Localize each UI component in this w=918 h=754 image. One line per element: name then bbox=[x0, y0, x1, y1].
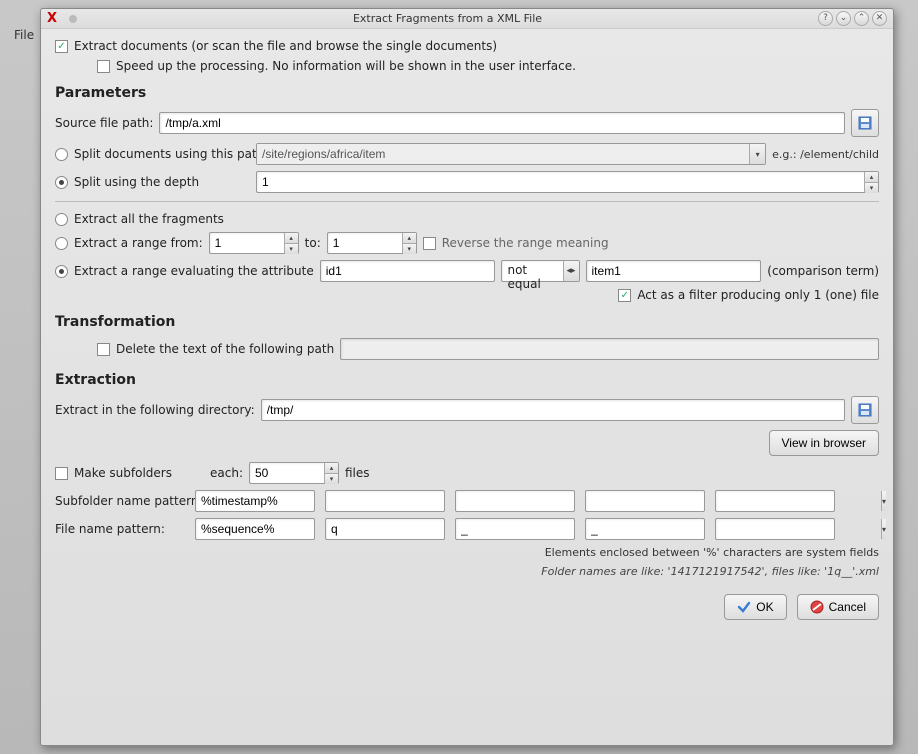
ok-button[interactable]: OK bbox=[724, 594, 786, 620]
cancel-button[interactable]: Cancel bbox=[797, 594, 879, 620]
view-in-browser-button[interactable]: View in browser bbox=[769, 430, 879, 456]
reverse-range-checkbox[interactable] bbox=[423, 237, 436, 250]
fp5-dd[interactable]: ▾ bbox=[881, 519, 886, 539]
from-up[interactable]: ▴ bbox=[285, 233, 298, 244]
depth-up[interactable]: ▴ bbox=[865, 172, 878, 183]
depth-down[interactable]: ▾ bbox=[865, 183, 878, 193]
secondary-app-icon bbox=[69, 15, 77, 23]
extract-dir-label: Extract in the following directory: bbox=[55, 403, 255, 417]
each-down[interactable]: ▾ bbox=[325, 474, 338, 484]
extract-dir-input[interactable] bbox=[261, 399, 845, 421]
split-depth-label: Split using the depth bbox=[74, 175, 250, 189]
split-depth-input[interactable] bbox=[257, 172, 864, 192]
extraction-heading: Extraction bbox=[55, 372, 879, 388]
delete-text-label: Delete the text of the following path bbox=[116, 342, 334, 356]
extract-documents-checkbox[interactable] bbox=[55, 40, 68, 53]
transformation-heading: Transformation bbox=[55, 314, 879, 330]
save-icon bbox=[857, 402, 873, 418]
delete-path-input[interactable] bbox=[340, 338, 879, 360]
speed-up-checkbox[interactable] bbox=[97, 60, 110, 73]
each-label: each: bbox=[210, 466, 243, 480]
split-path-radio[interactable] bbox=[55, 148, 68, 161]
file-pattern-label: File name pattern: bbox=[55, 522, 185, 536]
subfolder-pattern-5[interactable] bbox=[716, 491, 881, 511]
split-depth-radio[interactable] bbox=[55, 176, 68, 189]
split-path-hint: e.g.: /element/child bbox=[772, 148, 879, 161]
filter-one-checkbox[interactable] bbox=[618, 289, 631, 302]
attr-hint: (comparison term) bbox=[767, 264, 879, 278]
file-menu[interactable]: File bbox=[14, 28, 34, 42]
extract-fragments-dialog: X Extract Fragments from a XML File ? ⌄ … bbox=[40, 8, 894, 746]
extract-range-label: Extract a range from: bbox=[74, 236, 203, 250]
attr-name-input[interactable] bbox=[320, 260, 496, 282]
ok-label: OK bbox=[756, 600, 773, 614]
cancel-icon bbox=[810, 600, 824, 614]
make-subfolders-label: Make subfolders bbox=[74, 466, 204, 480]
titlebar: X Extract Fragments from a XML File ? ⌄ … bbox=[41, 9, 893, 29]
attr-op-select[interactable]: not equal bbox=[502, 261, 562, 281]
split-path-label: Split documents using this path: bbox=[74, 147, 250, 161]
source-file-label: Source file path: bbox=[55, 116, 153, 130]
browse-source-button[interactable] bbox=[851, 109, 879, 137]
help-button[interactable]: ? bbox=[818, 11, 833, 26]
to-up[interactable]: ▴ bbox=[403, 233, 416, 244]
extract-range-radio[interactable] bbox=[55, 237, 68, 250]
subfolder-pattern-label: Subfolder name pattern: bbox=[55, 494, 185, 508]
attr-op-dropdown[interactable]: ◂▸ bbox=[563, 261, 579, 281]
filter-one-label: Act as a filter producing only 1 (one) f… bbox=[637, 288, 879, 302]
save-icon bbox=[857, 115, 873, 131]
split-path-dropdown[interactable]: ▾ bbox=[749, 144, 765, 164]
make-subfolders-checkbox[interactable] bbox=[55, 467, 68, 480]
split-path-input[interactable] bbox=[257, 144, 749, 164]
close-button[interactable]: ✕ bbox=[872, 11, 887, 26]
source-file-input[interactable] bbox=[159, 112, 845, 134]
extract-attr-radio[interactable] bbox=[55, 265, 68, 278]
maximize-button[interactable]: ⌃ bbox=[854, 11, 869, 26]
delete-text-checkbox[interactable] bbox=[97, 343, 110, 356]
extract-all-radio[interactable] bbox=[55, 213, 68, 226]
example-hint: Folder names are like: '1417121917542', … bbox=[541, 565, 879, 578]
each-up[interactable]: ▴ bbox=[325, 463, 338, 474]
separator bbox=[55, 201, 879, 202]
range-to-label: to: bbox=[305, 236, 321, 250]
extract-attr-label: Extract a range evaluating the attribute bbox=[74, 264, 314, 278]
to-down[interactable]: ▾ bbox=[403, 244, 416, 254]
from-down[interactable]: ▾ bbox=[285, 244, 298, 254]
extract-documents-label: Extract documents (or scan the file and … bbox=[74, 39, 497, 53]
range-to-input[interactable] bbox=[328, 233, 402, 253]
app-icon: X bbox=[47, 12, 61, 26]
parameters-heading: Parameters bbox=[55, 85, 879, 101]
dialog-title: Extract Fragments from a XML File bbox=[77, 12, 818, 25]
reverse-range-label: Reverse the range meaning bbox=[442, 236, 609, 250]
check-icon bbox=[737, 600, 751, 614]
each-input[interactable] bbox=[250, 463, 324, 483]
dialog-body: Extract documents (or scan the file and … bbox=[41, 29, 893, 745]
view-in-browser-label: View in browser bbox=[782, 436, 866, 450]
file-pattern-5[interactable] bbox=[716, 519, 881, 539]
browse-dir-button[interactable] bbox=[851, 396, 879, 424]
extract-all-label: Extract all the fragments bbox=[74, 212, 224, 226]
sub-p5-dd[interactable]: ▾ bbox=[881, 491, 886, 511]
files-label: files bbox=[345, 466, 370, 480]
range-from-input[interactable] bbox=[210, 233, 284, 253]
attr-value-input[interactable] bbox=[586, 260, 762, 282]
cancel-label: Cancel bbox=[829, 600, 866, 614]
minimize-button[interactable]: ⌄ bbox=[836, 11, 851, 26]
sysfields-hint: Elements enclosed between '%' characters… bbox=[545, 546, 879, 559]
speed-up-label: Speed up the processing. No information … bbox=[116, 59, 576, 73]
